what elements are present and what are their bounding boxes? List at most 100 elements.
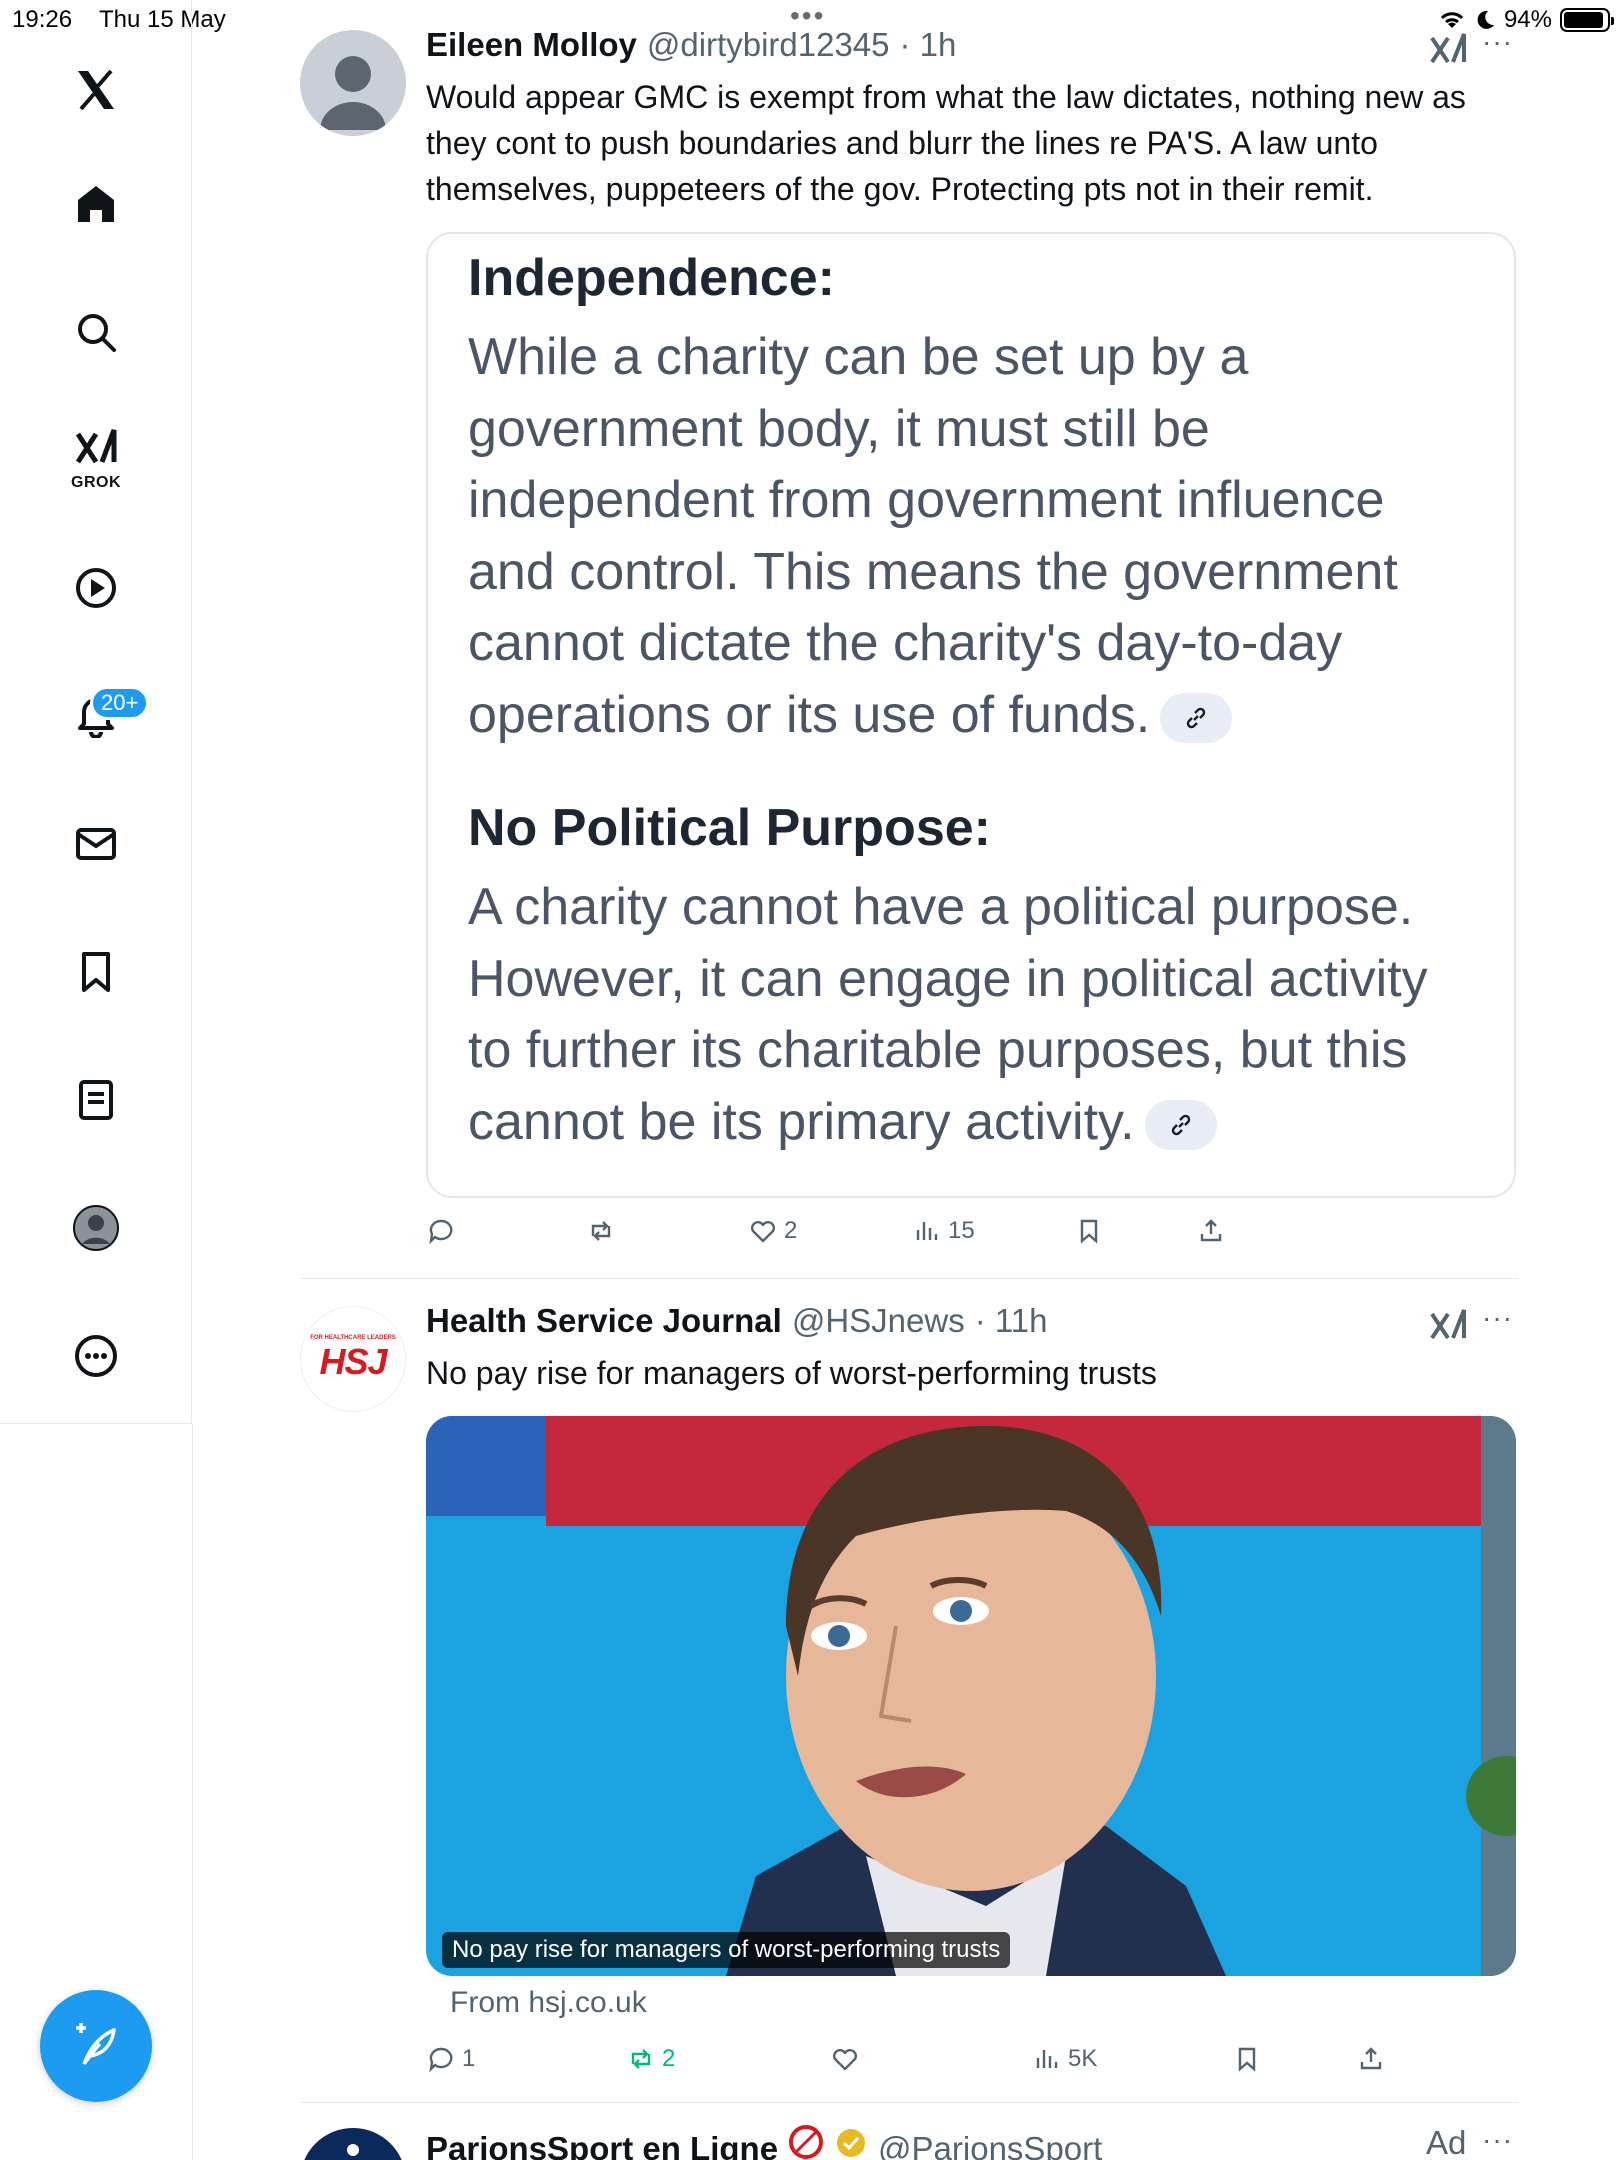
tweet-divider (300, 2102, 1518, 2103)
link-icon (1186, 707, 1206, 728)
profile-avatar-icon (73, 1205, 119, 1251)
tweet-1-more-options[interactable]: ··· (1482, 26, 1513, 58)
sidebar-item-lists[interactable] (48, 1052, 144, 1148)
like-button[interactable] (830, 2044, 866, 2074)
x-logo-icon (78, 69, 114, 111)
heart-icon (750, 1220, 776, 1243)
views-chart-icon (916, 1222, 938, 1240)
bookmark-button[interactable] (1074, 1216, 1104, 1246)
tweet-1-avatar[interactable] (300, 30, 406, 136)
tweet-2-author-name[interactable]: Health Service Journal (426, 1302, 782, 1340)
share-icon (1200, 1219, 1222, 1242)
tweet-1-grok-icon[interactable] (1428, 30, 1468, 70)
source-link-chip[interactable] (1160, 692, 1233, 743)
compose-post-button[interactable] (40, 1990, 152, 2102)
bookmark-button[interactable] (1232, 2044, 1262, 2074)
tweet-3-author-name[interactable]: ParionsSport en Ligne (426, 2130, 778, 2160)
tweet-1-author-handle[interactable]: @dirtybird12345 (647, 26, 890, 64)
tweet-3-more-options[interactable]: ··· (1482, 2124, 1513, 2156)
source-domain-link[interactable]: From hsj.co.uk (450, 1986, 647, 2020)
tweet-2-more-options[interactable]: ··· (1482, 1302, 1513, 1334)
search-icon (78, 314, 116, 352)
tweet-divider (300, 1278, 1518, 1279)
repost-button[interactable] (586, 1216, 622, 1246)
quote-body-political: A charity cannot have a political purpos… (468, 872, 1478, 1158)
tweet-2-avatar[interactable]: FOR HEALTHCARE LEADERS HSJ (300, 1306, 406, 1412)
sidebar-item-home[interactable] (48, 156, 144, 252)
tweet-1-header: Eileen Molloy @dirtybird12345 · 1h (426, 26, 956, 64)
x-logo[interactable] (48, 42, 144, 138)
media-caption: No pay rise for managers of worst-perfor… (442, 1932, 1011, 1968)
more-circle-icon (75, 1335, 117, 1377)
views-chart-icon (1036, 2050, 1058, 2068)
like-count: 2 (784, 1217, 798, 1244)
grok-label: GROK (71, 474, 121, 491)
tweet-1-actions: 2 15 (426, 1216, 1426, 1256)
reply-button[interactable] (426, 1216, 462, 1246)
heart-icon (832, 2048, 858, 2071)
sidebar: GROK 20+ (0, 0, 192, 1424)
link-icon (1171, 1114, 1190, 1135)
verified-badge-icon (837, 2129, 866, 2157)
views-button[interactable]: 15 (912, 1216, 975, 1246)
quote-body-independence: While a charity can be set up by a gover… (468, 322, 1478, 751)
play-video-icon (76, 568, 116, 608)
reply-icon (429, 2047, 453, 2073)
battery-level (1564, 12, 1604, 28)
sidebar-item-grok[interactable]: GROK (48, 410, 144, 506)
compose-feather-icon (76, 2023, 116, 2066)
views-count: 5K (1068, 2045, 1098, 2072)
views-count: 15 (948, 1217, 975, 1244)
default-avatar-icon (320, 56, 386, 130)
home-icon (78, 186, 114, 222)
brand-logo-icon (347, 2144, 359, 2156)
hsj-logo: HSJ (319, 1341, 387, 1382)
tweet-3-avatar[interactable] (300, 2128, 406, 2160)
source-link-chip[interactable] (1144, 1099, 1217, 1150)
share-button[interactable] (1196, 1216, 1226, 1246)
sidebar-item-search[interactable] (48, 284, 144, 380)
sidebar-item-video[interactable] (48, 540, 144, 636)
tweet-2-text: No pay rise for managers of worst-perfor… (426, 1355, 1157, 1391)
tweet-3-author-handle[interactable]: @ParionsSport (878, 2130, 1102, 2160)
repost-button[interactable]: 2 (626, 2044, 675, 2074)
sidebar-item-bookmarks[interactable] (48, 924, 144, 1020)
tweet-1-timestamp[interactable]: · 1h (900, 26, 957, 64)
sidebar-item-more[interactable] (48, 1308, 144, 1404)
tweet-2-grok-icon[interactable] (1428, 1306, 1468, 1346)
reply-button[interactable]: 1 (426, 2044, 475, 2074)
age-18-icon (789, 2125, 824, 2159)
battery-icon (1560, 8, 1614, 32)
share-button[interactable] (1356, 2044, 1386, 2074)
tweet-2-media-image[interactable]: No pay rise for managers of worst-perfor… (426, 1416, 1516, 1976)
bookmark-icon (1238, 2047, 1256, 2072)
tweet-3-header: ParionsSport en Ligne @ParionsSport (426, 2124, 1102, 2160)
tweet-1-text: Would appear GMC is exempt from what the… (426, 79, 1466, 207)
tweet-2-actions: 1 2 5K (426, 2044, 1426, 2084)
quote-body-political-text: A charity cannot have a political purpos… (468, 878, 1428, 1151)
share-icon (1360, 2047, 1382, 2070)
ad-label: Ad (1426, 2124, 1467, 2160)
quote-heading-political: No Political Purpose: (468, 799, 991, 857)
multitasking-dots[interactable]: ••• (790, 2, 825, 30)
reply-icon (429, 1219, 453, 1245)
grok-icon (75, 429, 117, 464)
repost-icon (591, 1221, 611, 1241)
repost-icon (631, 2049, 651, 2069)
views-button[interactable]: 5K (1032, 2044, 1097, 2074)
quote-body-independence-text: While a charity can be set up by a gover… (468, 328, 1398, 744)
tweet-1-author-name[interactable]: Eileen Molloy (426, 26, 637, 64)
tweet-2-author-handle[interactable]: @HSJnews (792, 1302, 965, 1340)
like-button[interactable]: 2 (748, 1216, 797, 1246)
bookmark-icon (1080, 1219, 1098, 1244)
sidebar-item-profile[interactable] (48, 1180, 144, 1276)
sidebar-item-messages[interactable] (48, 796, 144, 892)
quote-heading-independence: Independence: (468, 249, 835, 307)
tweet-1-image-card[interactable]: Independence: While a charity can be set… (426, 232, 1516, 1198)
tweet-2-timestamp[interactable]: · 11h (975, 1302, 1048, 1340)
mail-icon (76, 828, 116, 860)
news-photo (426, 1416, 1516, 1976)
list-icon (79, 1080, 113, 1120)
wifi-icon (1440, 12, 1464, 28)
sidebar-border (192, 1424, 193, 2160)
